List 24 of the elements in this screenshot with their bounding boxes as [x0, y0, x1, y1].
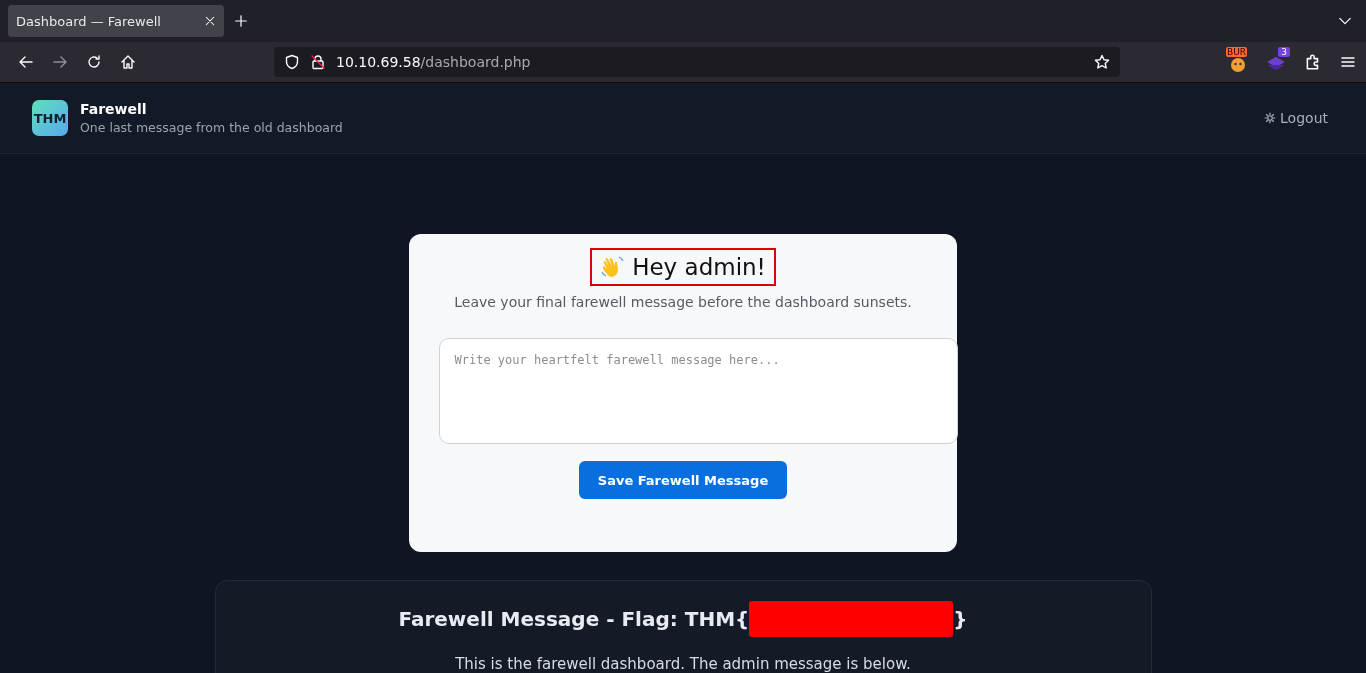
panel-text: This is the farewell dashboard. The admin message is below. — [455, 655, 911, 673]
site-title: Farewell — [80, 101, 148, 117]
forward-icon[interactable] — [52, 54, 68, 70]
insecure-lock-icon[interactable] — [310, 54, 326, 70]
logout-link[interactable]: Logout — [1258, 109, 1334, 127]
greeting-heading: Hey admin! — [632, 254, 766, 280]
flag-heading: Farewell Message - Flag: THM{ — [398, 607, 750, 631]
home-icon[interactable] — [120, 54, 136, 70]
save-button[interactable]: Save Farewell Message — [578, 461, 788, 499]
reload-icon[interactable] — [86, 54, 102, 70]
close-icon[interactable] — [204, 15, 216, 27]
plus-icon[interactable] — [234, 14, 248, 28]
shield-icon[interactable] — [284, 54, 300, 70]
gear-icon — [1264, 112, 1277, 124]
intro-text: Leave your final farewell message before the dashboard sunsets. — [454, 294, 912, 310]
site-subtitle: One last message from the old dashboard — [80, 120, 343, 135]
flag-heading: } — [953, 607, 968, 631]
star-icon[interactable] — [1094, 54, 1110, 70]
message-field[interactable]: Write your heartfelt farewell message here... — [438, 338, 958, 444]
browser-tab[interactable]: Dashboard — Farewell — [8, 5, 224, 37]
menu-icon[interactable] — [1340, 54, 1356, 70]
logo: THM — [32, 100, 68, 136]
back-icon[interactable] — [18, 54, 34, 70]
tab-title: Dashboard — Farewell — [16, 13, 161, 29]
